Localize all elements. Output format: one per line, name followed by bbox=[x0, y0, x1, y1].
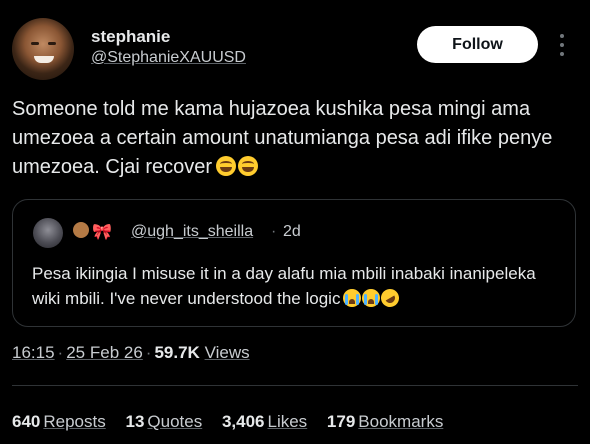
quoted-tweet[interactable]: 🎀 @ugh_its_sheilla · 2d Pesa ikiingia I … bbox=[12, 199, 576, 327]
reposts-label: Reposts bbox=[43, 412, 106, 431]
quoted-separator: · bbox=[271, 223, 277, 240]
meta-separator: · bbox=[145, 343, 152, 362]
quoted-avatar[interactable] bbox=[33, 218, 63, 248]
quoted-time[interactable]: 2d bbox=[283, 222, 301, 242]
quoted-body: Pesa ikiingia I misuse it in a day alafu… bbox=[32, 261, 562, 314]
avatar-eye bbox=[31, 42, 39, 45]
views-count: 59.7K bbox=[154, 343, 200, 362]
tweet-date[interactable]: 25 Feb 26 bbox=[66, 343, 143, 362]
loudly-crying-face-icon bbox=[362, 289, 381, 307]
follow-button[interactable]: Follow bbox=[417, 26, 538, 63]
grinning-squinting-face-icon bbox=[216, 156, 237, 176]
avatar-eye bbox=[48, 42, 56, 45]
meta-separator: · bbox=[57, 343, 64, 362]
author-avatar[interactable] bbox=[12, 18, 74, 80]
reposts-count: 640 bbox=[12, 412, 41, 431]
quoted-name-emojis: 🎀 bbox=[73, 222, 112, 243]
quotes-label: Quotes bbox=[147, 412, 203, 431]
ribbon-icon: 🎀 bbox=[92, 224, 112, 241]
views-label[interactable]: Views bbox=[205, 343, 250, 362]
avatar-smile bbox=[34, 56, 54, 63]
divider bbox=[12, 385, 578, 386]
tweet-text: Someone told me kama hujazoea kushika pe… bbox=[12, 98, 553, 178]
author-display-name[interactable]: stephanie bbox=[91, 27, 246, 47]
quoted-text: Pesa ikiingia I misuse it in a day alafu… bbox=[32, 264, 536, 308]
rolling-on-floor-laughing-icon bbox=[378, 285, 403, 311]
tweet-body: Someone told me kama hujazoea kushika pe… bbox=[12, 95, 577, 185]
more-dot bbox=[560, 52, 564, 56]
tweet-emojis bbox=[216, 156, 260, 185]
author-names: stephanie @StephanieXAUUSD bbox=[91, 27, 246, 68]
more-dot bbox=[560, 34, 564, 38]
tweet-meta: 16:15 · 25 Feb 26 · 59.7K Views bbox=[12, 342, 250, 364]
quoted-handle[interactable]: @ugh_its_sheilla bbox=[131, 222, 253, 242]
quotes-stat[interactable]: 13 Quotes bbox=[125, 411, 202, 433]
bookmarks-stat[interactable]: 179 Bookmarks bbox=[327, 411, 443, 433]
tweet-time[interactable]: 16:15 bbox=[12, 343, 55, 362]
bookmarks-label: Bookmarks bbox=[358, 412, 444, 431]
teddy-bear-icon bbox=[73, 222, 89, 238]
quotes-count: 13 bbox=[125, 412, 145, 431]
more-dot bbox=[560, 43, 564, 47]
likes-count: 3,406 bbox=[221, 412, 265, 431]
engagement-stats: 640 Reposts 13 Quotes 3,406 Likes 179 Bookma… bbox=[12, 411, 458, 433]
more-options-icon[interactable] bbox=[557, 32, 567, 58]
grinning-squinting-face-icon bbox=[238, 156, 259, 176]
quoted-emojis bbox=[343, 285, 403, 314]
likes-stat[interactable]: 3,406 Likes bbox=[222, 411, 307, 433]
loudly-crying-face-icon bbox=[343, 289, 362, 307]
likes-label: Likes bbox=[267, 412, 308, 431]
tweet-header: stephanie @StephanieXAUUSD Follow bbox=[12, 18, 578, 82]
reposts-stat[interactable]: 640 Reposts bbox=[12, 411, 106, 433]
bookmarks-count: 179 bbox=[326, 412, 356, 431]
author-handle[interactable]: @StephanieXAUUSD bbox=[91, 48, 246, 68]
